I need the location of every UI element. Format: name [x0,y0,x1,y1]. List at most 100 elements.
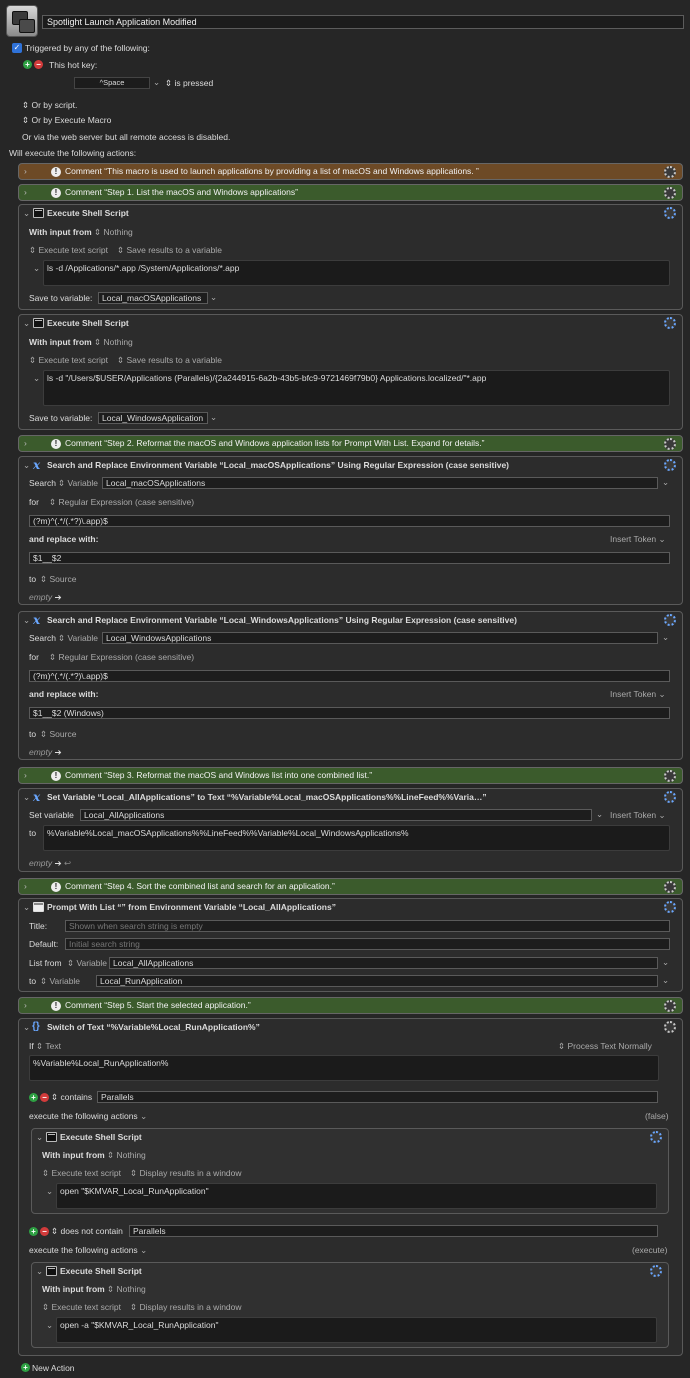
arrow-right-icon[interactable]: ➔ [55,592,62,602]
execute-mode-select[interactable]: ⇕ Execute text script [29,245,108,256]
chevron-down-icon[interactable]: ⌄ [140,1245,147,1255]
new-action-icon[interactable]: + [21,1363,30,1372]
disclosure-icon[interactable]: ⌄ [36,1132,43,1143]
disclosure-icon[interactable]: › [24,768,27,783]
save-var-field[interactable]: Local_macOSApplications [98,292,208,304]
to-var-field[interactable]: Local_RunApplication [96,975,658,987]
output-mode-select[interactable]: ⇕ Display results in a window [130,1168,242,1179]
execute-mode-select[interactable]: ⇕ Execute text script [42,1302,121,1313]
macro-name-field[interactable]: Spotlight Launch Application Modified [42,15,684,29]
chevron-down-icon[interactable]: ⌄ [662,975,669,986]
chevron-down-icon[interactable]: ⌄ [46,1320,53,1331]
search-source-select[interactable]: ⇕ Variable [58,478,98,489]
chevron-down-icon[interactable]: ⌄ [153,77,160,88]
case-1-value-field[interactable]: Parallels [97,1091,658,1103]
gear-icon[interactable] [664,901,676,913]
regex-field[interactable]: (?m)^(.*/(.*?)\.app)$ [29,515,670,527]
chevron-down-icon[interactable]: ⌄ [596,809,603,820]
chevron-down-icon[interactable]: ⌄ [210,412,217,423]
add-case-icon[interactable]: + [29,1093,38,1102]
match-type-select[interactable]: ⇕ Regular Expression (case sensitive) [49,497,194,508]
destination-select[interactable]: ⇕ Source [40,729,76,740]
comment-action-step4[interactable]: › ! Comment “Step 4. Sort the combined l… [18,878,683,895]
chevron-down-icon[interactable]: ⌄ [46,1186,53,1197]
disclosure-icon[interactable]: ⌄ [23,615,30,626]
comment-action-step1[interactable]: › ! Comment “Step 1. List the macOS and … [18,184,683,201]
disclosure-icon[interactable]: ⌄ [23,792,30,803]
comment-action-step3[interactable]: › ! Comment “Step 3. Reformat the macOS … [18,767,683,784]
gear-icon[interactable] [650,1131,662,1143]
comment-action-intro[interactable]: › ! Comment “This macro is used to launc… [18,163,683,180]
case-1-operator-select[interactable]: ⇕ contains [51,1092,92,1103]
disclosure-icon[interactable]: ⌄ [23,1022,30,1033]
chevron-down-icon[interactable]: ⌄ [33,263,40,274]
gear-icon[interactable] [664,317,676,329]
if-source-select[interactable]: ⇕ Text [36,1041,61,1052]
chevron-down-icon[interactable]: ⌄ [210,292,217,303]
input-source-select[interactable]: ⇕ Nothing [107,1284,146,1295]
title-input[interactable]: Shown when search string is empty [65,920,670,932]
chevron-down-icon[interactable]: ⌄ [662,957,669,968]
comment-action-step5[interactable]: › ! Comment “Step 5. Start the selected … [18,997,683,1014]
input-source-select[interactable]: ⇕ Nothing [107,1150,146,1161]
replace-field[interactable]: $1__$2 [29,552,670,564]
input-source-select[interactable]: ⇕ Nothing [94,227,133,238]
input-source-select[interactable]: ⇕ Nothing [94,337,133,348]
insert-token-menu[interactable]: Insert Token ⌄ [610,810,666,821]
gear-icon[interactable] [664,438,676,450]
return-icon[interactable]: ↩ [64,858,71,868]
chevron-down-icon[interactable]: ⌄ [140,1111,147,1121]
gear-icon[interactable] [664,207,676,219]
disclosure-icon[interactable]: › [24,436,27,451]
gear-icon[interactable] [664,459,676,471]
output-mode-select[interactable]: ⇕ Display results in a window [130,1302,242,1313]
list-source-select[interactable]: ⇕ Variable [67,958,107,969]
disclosure-icon[interactable]: › [24,998,27,1013]
disclosure-icon[interactable]: › [24,879,27,894]
by-script-toggle[interactable]: ⇕ Or by script. [22,100,77,111]
set-variable-field[interactable]: Local_AllApplications [80,809,592,821]
save-var-field[interactable]: Local_WindowsApplication [98,412,208,424]
list-var-field[interactable]: Local_AllApplications [109,957,658,969]
arrow-right-icon[interactable]: ➔ [55,858,62,868]
execute-mode-select[interactable]: ⇕ Execute text script [42,1168,121,1179]
replace-field[interactable]: $1__$2 (Windows) [29,707,670,719]
chevron-down-icon[interactable]: ⌄ [662,632,669,643]
execute-mode-select[interactable]: ⇕ Execute text script [29,355,108,366]
triggered-checkbox[interactable]: ✓ [12,43,22,53]
gear-icon[interactable] [664,1021,676,1033]
gear-icon[interactable] [650,1265,662,1277]
gear-icon[interactable] [664,770,676,782]
default-input[interactable]: Initial search string [65,938,670,950]
search-var-field[interactable]: Local_WindowsApplications [102,632,658,644]
process-text-select[interactable]: ⇕ Process Text Normally [558,1041,652,1052]
disclosure-icon[interactable]: › [24,185,27,200]
disclosure-icon[interactable]: ⌄ [23,318,30,329]
case-2-operator-select[interactable]: ⇕ does not contain [51,1226,123,1237]
hotkey-state-select[interactable]: ⇕ is pressed [165,78,213,89]
output-mode-select[interactable]: ⇕ Save results to a variable [117,245,222,256]
regex-field[interactable]: (?m)^(.*/(.*?)\.app)$ [29,670,670,682]
gear-icon[interactable] [664,166,676,178]
remove-case-icon[interactable]: − [40,1227,49,1236]
gear-icon[interactable] [664,791,676,803]
disclosure-icon[interactable]: › [24,164,27,179]
gear-icon[interactable] [664,187,676,199]
to-source-select[interactable]: ⇕ Variable [40,976,80,987]
chevron-down-icon[interactable]: ⌄ [662,477,669,488]
disclosure-icon[interactable]: ⌄ [23,460,30,471]
by-execute-toggle[interactable]: ⇕ Or by Execute Macro [22,115,111,126]
new-action-button[interactable]: New Action [32,1363,75,1374]
disclosure-icon[interactable]: ⌄ [23,902,30,913]
remove-trigger-icon[interactable]: − [34,60,43,69]
add-case-icon[interactable]: + [29,1227,38,1236]
insert-token-menu[interactable]: Insert Token ⌄ [610,689,666,700]
output-mode-select[interactable]: ⇕ Save results to a variable [117,355,222,366]
gear-icon[interactable] [664,614,676,626]
hotkey-field[interactable]: ^Space [74,77,150,89]
chevron-down-icon[interactable]: ⌄ [33,373,40,384]
destination-select[interactable]: ⇕ Source [40,574,76,585]
insert-token-menu[interactable]: Insert Token ⌄ [610,534,666,545]
comment-action-step2[interactable]: › ! Comment “Step 2. Reformat the macOS … [18,435,683,452]
gear-icon[interactable] [664,1000,676,1012]
